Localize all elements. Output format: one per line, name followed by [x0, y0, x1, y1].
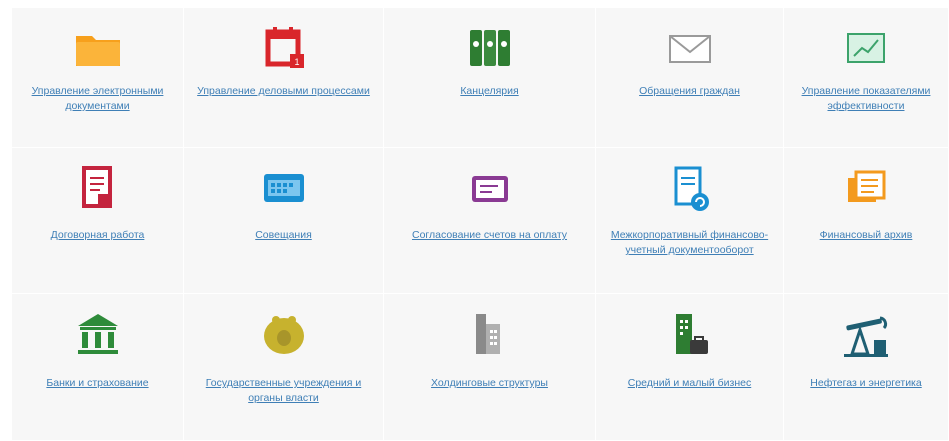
- tile-small-medium-business[interactable]: Средний и малый бизнес: [596, 294, 784, 441]
- tile-label[interactable]: Межкорпоративный финансово-учетный докум…: [596, 228, 783, 258]
- tile-label[interactable]: Управление показателями эффективности: [784, 84, 948, 114]
- calendar-icon: 1: [256, 24, 312, 74]
- tile-citizen-appeals[interactable]: Обращения граждан: [596, 8, 784, 148]
- tile-label[interactable]: Договорная работа: [12, 228, 183, 243]
- tile-label[interactable]: Нефтегаз и энергетика: [784, 376, 948, 391]
- tile-invoice-approval[interactable]: Согласование счетов на оплату: [384, 148, 596, 294]
- tile-label[interactable]: Банки и страхование: [12, 376, 183, 391]
- tile-label[interactable]: Управление деловыми процессами: [184, 84, 383, 99]
- tile-label[interactable]: Средний и малый бизнес: [596, 376, 783, 391]
- tile-electronic-documents[interactable]: Управление электронными документами: [12, 8, 184, 148]
- tile-meetings[interactable]: Совещания: [184, 148, 384, 294]
- tile-label[interactable]: Обращения граждан: [596, 84, 783, 99]
- invoice-icon: [462, 164, 518, 214]
- solutions-grid: Управление электронными документами 1 Уп…: [12, 8, 949, 441]
- tile-label[interactable]: Совещания: [184, 228, 383, 243]
- office-briefcase-icon: [662, 310, 718, 360]
- tile-label[interactable]: Согласование счетов на оплату: [384, 228, 595, 243]
- tile-government[interactable]: Государственные учреждения и органы влас…: [184, 294, 384, 441]
- folder-icon: [70, 24, 126, 74]
- meeting-board-icon: [256, 164, 312, 214]
- envelope-icon: [662, 24, 718, 74]
- tile-holdings[interactable]: Холдинговые структуры: [384, 294, 596, 441]
- document-exchange-icon: [662, 164, 718, 214]
- tile-financial-archive[interactable]: Финансовый архив: [784, 148, 949, 294]
- tile-office[interactable]: Канцелярия: [384, 8, 596, 148]
- tile-contract-work[interactable]: Договорная работа: [12, 148, 184, 294]
- svg-text:1: 1: [294, 57, 299, 67]
- archive-icon: [838, 164, 894, 214]
- tile-oil-gas-energy[interactable]: Нефтегаз и энергетика: [784, 294, 949, 441]
- buildings-icon: [462, 310, 518, 360]
- tile-label[interactable]: Финансовый архив: [784, 228, 948, 243]
- oil-pump-icon: [838, 310, 894, 360]
- tile-performance-management[interactable]: Управление показателями эффективности: [784, 8, 949, 148]
- contract-icon: [70, 164, 126, 214]
- tile-intercorporate-docflow[interactable]: Межкорпоративный финансово-учетный докум…: [596, 148, 784, 294]
- tile-label[interactable]: Государственные учреждения и органы влас…: [184, 376, 383, 406]
- coat-of-arms-icon: [256, 310, 312, 360]
- tile-label[interactable]: Канцелярия: [384, 84, 595, 99]
- chart-icon: [838, 24, 894, 74]
- bank-icon: [70, 310, 126, 360]
- tile-banks-insurance[interactable]: Банки и страхование: [12, 294, 184, 441]
- tile-label[interactable]: Управление электронными документами: [12, 84, 183, 114]
- binders-icon: [462, 24, 518, 74]
- tile-business-processes[interactable]: 1 Управление деловыми процессами: [184, 8, 384, 148]
- tile-label[interactable]: Холдинговые структуры: [384, 376, 595, 391]
